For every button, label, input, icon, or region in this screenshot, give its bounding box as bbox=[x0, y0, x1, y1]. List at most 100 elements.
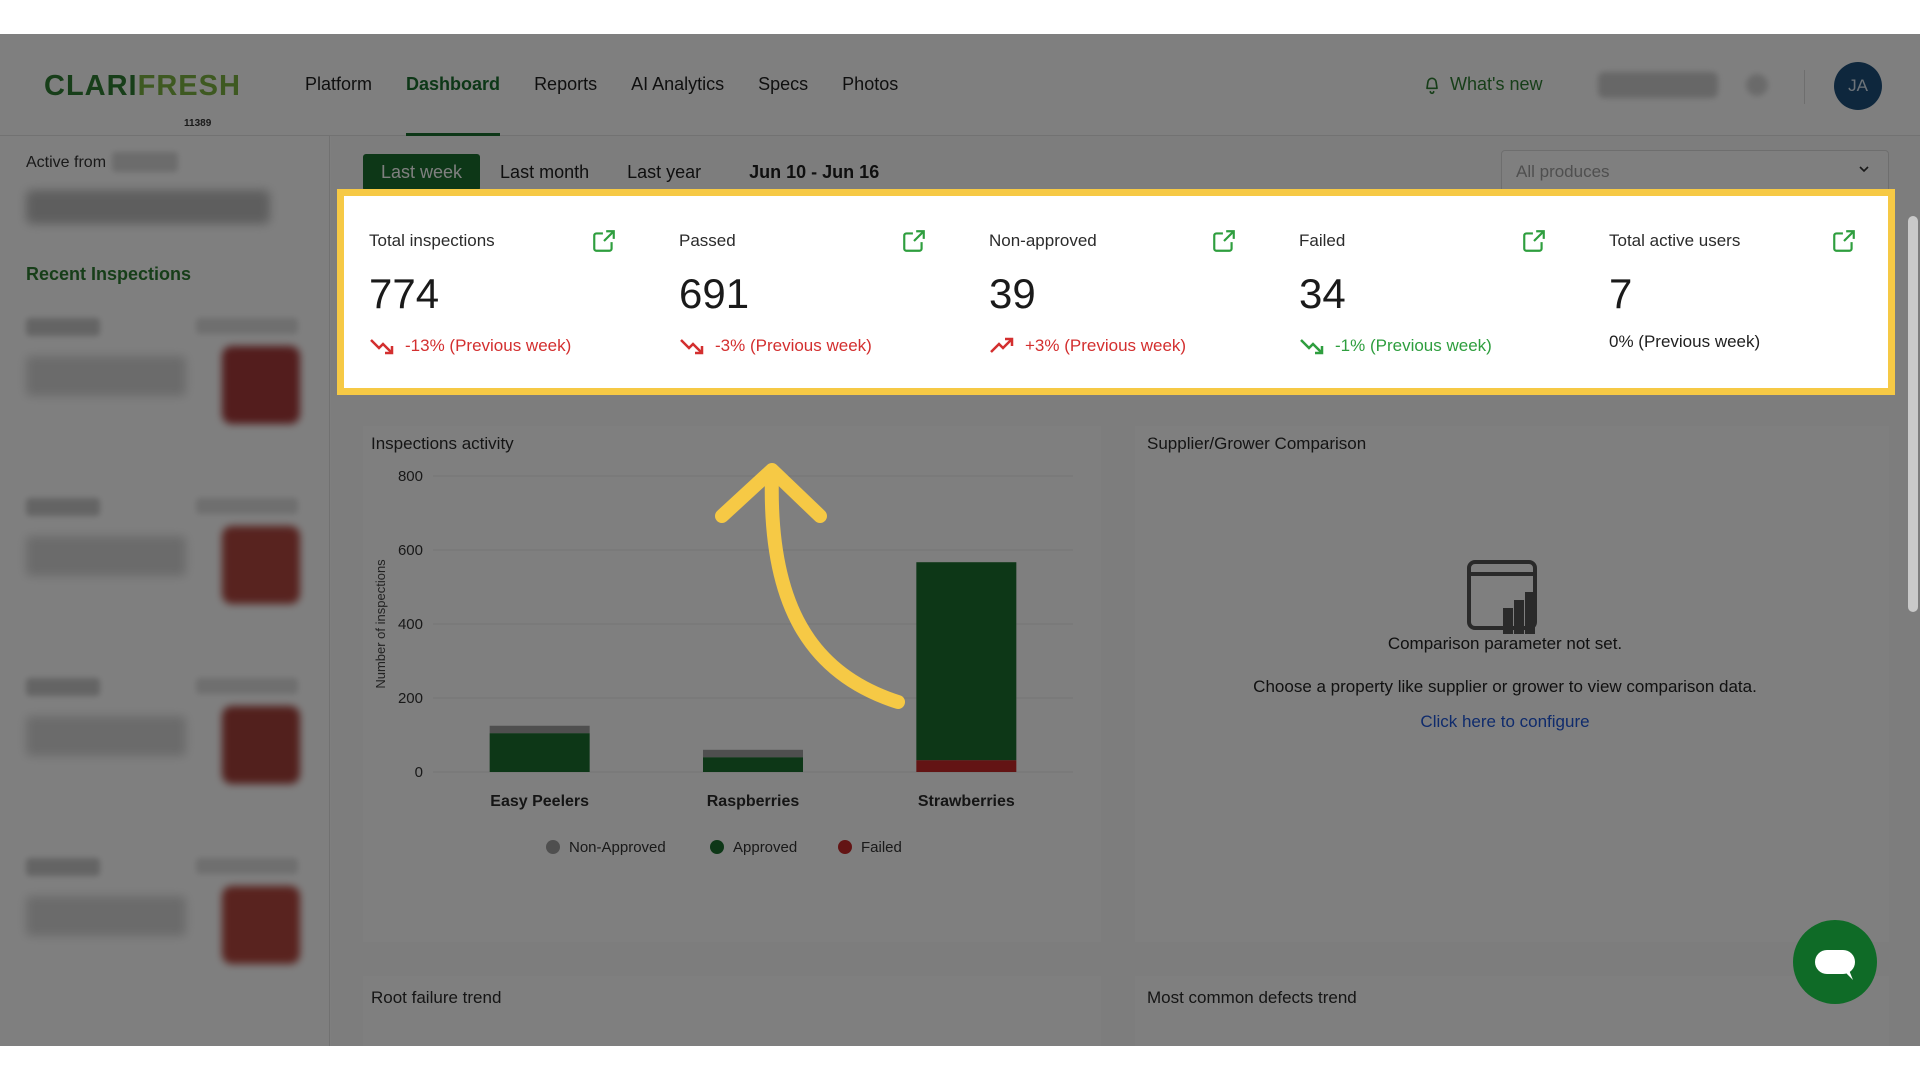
nav-specs[interactable]: Specs bbox=[758, 74, 808, 136]
annotation-arrow-icon bbox=[715, 463, 905, 709]
legend-label: Non-Approved bbox=[569, 839, 666, 856]
app-frame: CLARIFRESH 11389 Platform Dashboard Repo… bbox=[0, 34, 1920, 1046]
blurred-text bbox=[196, 678, 298, 694]
stats-highlight: Total inspections 774 -13% (Previous wee… bbox=[337, 189, 1895, 395]
x-tick-label: Raspberries bbox=[707, 793, 800, 810]
recent-inspection-card[interactable] bbox=[26, 846, 306, 996]
legend-label: Approved bbox=[733, 839, 797, 856]
user-avatar[interactable]: JA bbox=[1834, 62, 1882, 110]
inspections-activity-title: Inspections activity bbox=[371, 434, 514, 453]
stat-trend: -3% (Previous week) bbox=[679, 336, 872, 356]
bar-approved bbox=[703, 757, 803, 772]
stat-card-total-inspections[interactable]: Total inspections 774 -13% (Previous wee… bbox=[355, 212, 631, 384]
stat-trend: 0% (Previous week) bbox=[1609, 332, 1760, 352]
stat-value: 39 bbox=[989, 270, 1036, 317]
blurred-text bbox=[26, 536, 186, 576]
blurred-text bbox=[26, 716, 186, 756]
y-tick-label: 400 bbox=[398, 616, 423, 633]
legend-marker bbox=[838, 840, 852, 854]
recent-inspection-card[interactable] bbox=[26, 306, 306, 456]
legend-marker bbox=[710, 840, 724, 854]
clarifresh-logo[interactable]: CLARIFRESH bbox=[44, 70, 241, 103]
bar-non-approved bbox=[703, 749, 803, 758]
blurred-text bbox=[26, 678, 100, 696]
nav-platform[interactable]: Platform bbox=[305, 74, 372, 136]
blurred-text bbox=[26, 318, 100, 336]
tab-last-month[interactable]: Last month bbox=[482, 154, 607, 191]
stat-card-non-approved[interactable]: Non-approved 39 +3% (Previous week) bbox=[975, 212, 1251, 384]
common-defects-trend-title: Most common defects trend bbox=[1147, 988, 1357, 1007]
blurred-thumbnail bbox=[222, 706, 300, 784]
blurred-text bbox=[196, 498, 298, 514]
blurred-text bbox=[26, 896, 186, 936]
tab-last-week[interactable]: Last week bbox=[363, 154, 481, 191]
external-link-icon[interactable] bbox=[1211, 228, 1237, 254]
trend-down-icon bbox=[680, 339, 704, 355]
date-range-tabs: Last week Last month Last year Jun 10 - … bbox=[363, 154, 899, 191]
chat-button[interactable] bbox=[1793, 920, 1877, 1004]
external-link-icon[interactable] bbox=[591, 228, 617, 254]
tab-last-year[interactable]: Last year bbox=[609, 154, 719, 191]
nav-ai-analytics[interactable]: AI Analytics bbox=[631, 74, 724, 136]
external-link-icon[interactable] bbox=[1831, 228, 1857, 254]
blurred-date bbox=[112, 152, 178, 172]
stat-trend: -13% (Previous week) bbox=[369, 336, 571, 356]
page-scrollbar[interactable] bbox=[1908, 216, 1918, 612]
bar-failed bbox=[916, 760, 1017, 772]
bell-icon bbox=[1426, 77, 1438, 94]
stat-card-passed[interactable]: Passed 691 -3% (Previous week) bbox=[665, 212, 941, 384]
date-range-label[interactable]: Jun 10 - Jun 16 bbox=[731, 154, 897, 191]
active-from-label: Active from bbox=[26, 154, 107, 171]
recent-inspections-title: Recent Inspections bbox=[26, 264, 192, 284]
blurred-org-selector[interactable] bbox=[1598, 72, 1718, 98]
trend-up-icon bbox=[990, 337, 1014, 353]
account-id: 11389 bbox=[184, 118, 212, 129]
comparison-empty-title: Comparison parameter not set. bbox=[1387, 634, 1623, 653]
stat-card-failed[interactable]: Failed 34 -1% (Previous week) bbox=[1285, 212, 1561, 384]
y-tick-label: 600 bbox=[398, 542, 423, 559]
whats-new-button[interactable]: What's new bbox=[1422, 74, 1542, 95]
sidebar: Active from Recent Inspections bbox=[0, 136, 330, 1046]
stat-trend-text: +3% (Previous week) bbox=[1025, 336, 1187, 355]
blurred-text bbox=[196, 318, 298, 334]
root-failure-trend-panel: Root failure trend bbox=[363, 976, 1101, 1046]
nav-reports[interactable]: Reports bbox=[534, 74, 597, 136]
recent-inspection-card[interactable] bbox=[26, 486, 306, 636]
blurred-icon[interactable] bbox=[1746, 74, 1768, 96]
nav-photos[interactable]: Photos bbox=[842, 74, 898, 136]
header-divider bbox=[1804, 70, 1805, 104]
main-nav: Platform Dashboard Reports AI Analytics … bbox=[305, 74, 932, 136]
nav-dashboard[interactable]: Dashboard bbox=[406, 74, 501, 136]
stat-title: Passed bbox=[679, 231, 736, 250]
comparison-empty-body: Choose a property like supplier or growe… bbox=[1253, 677, 1757, 696]
blurred-text bbox=[26, 356, 186, 396]
common-defects-trend-panel: Most common defects trend bbox=[1135, 976, 1889, 1046]
stat-trend-text: -3% (Previous week) bbox=[715, 336, 872, 355]
x-tick-label: Strawberries bbox=[918, 793, 1015, 810]
produce-select-value: All produces bbox=[1516, 162, 1610, 181]
external-link-icon[interactable] bbox=[1521, 228, 1547, 254]
stat-value: 691 bbox=[679, 270, 750, 317]
stat-value: 7 bbox=[1609, 270, 1633, 317]
external-link-icon[interactable] bbox=[901, 228, 927, 254]
chart-placeholder-icon bbox=[1467, 560, 1537, 634]
configure-comparison-link[interactable]: Click here to configure bbox=[1135, 712, 1875, 732]
trend-down-icon bbox=[370, 339, 394, 355]
bar-approved bbox=[489, 733, 590, 772]
stat-trend-text: -13% (Previous week) bbox=[405, 336, 572, 355]
stat-trend-text: 0% (Previous week) bbox=[1609, 332, 1761, 351]
stat-title: Non-approved bbox=[989, 231, 1097, 250]
produce-select[interactable]: All produces bbox=[1501, 150, 1889, 194]
root-failure-trend-title: Root failure trend bbox=[371, 988, 502, 1007]
chevron-down-icon bbox=[1859, 166, 1869, 173]
logo-text-clari: CLARI bbox=[44, 70, 138, 102]
bar-non-approved bbox=[489, 725, 590, 734]
recent-inspection-card[interactable] bbox=[26, 666, 306, 816]
stat-title: Failed bbox=[1299, 231, 1346, 250]
trend-down-icon bbox=[1300, 339, 1324, 355]
stat-value: 34 bbox=[1299, 270, 1346, 317]
comparison-panel: Supplier/Grower Comparison Comparison pa… bbox=[1135, 426, 1889, 942]
stat-card-active-users[interactable]: Total active users 7 0% (Previous week) bbox=[1595, 212, 1871, 384]
stat-title: Total inspections bbox=[369, 231, 495, 250]
y-tick-label: 800 bbox=[398, 468, 423, 485]
